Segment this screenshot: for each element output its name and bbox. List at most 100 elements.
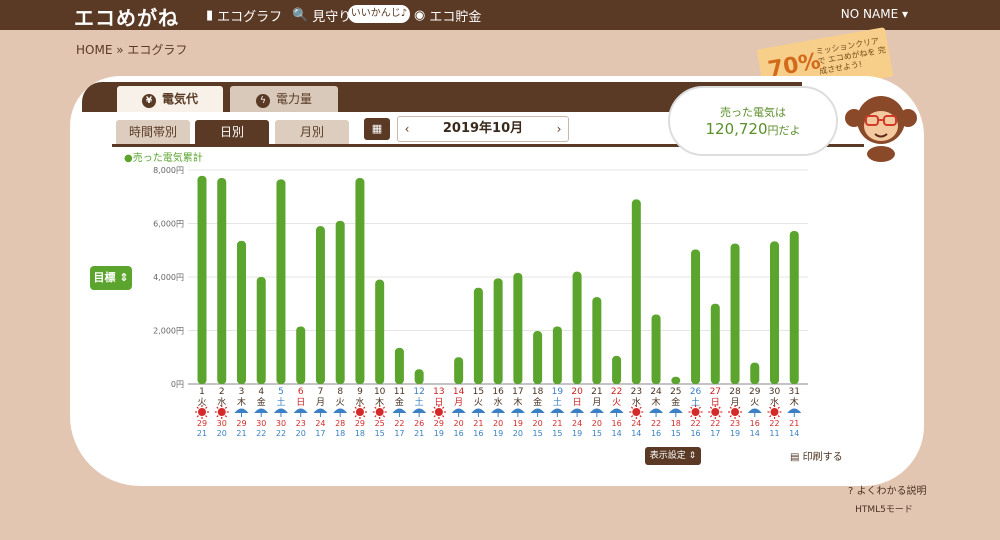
x-day-label: 2 — [219, 387, 225, 397]
bar-day-30[interactable] — [770, 241, 780, 384]
x-weekday-label: 月 — [454, 397, 463, 408]
high-temp-label: 25 — [375, 419, 385, 428]
breadcrumb[interactable]: HOME » エコグラフ — [76, 41, 187, 58]
tab-daily[interactable]: 日別 — [195, 120, 269, 144]
low-temp-label: 16 — [690, 429, 700, 438]
x-weekday-label: 火 — [474, 397, 483, 408]
bar-day-9[interactable] — [355, 178, 365, 384]
bar-day-18[interactable] — [533, 331, 543, 384]
calendar-icon[interactable]: ▦ — [364, 118, 390, 140]
x-weekday-label: 木 — [513, 396, 522, 408]
high-temp-label: 28 — [335, 419, 345, 428]
high-temp-label: 18 — [671, 419, 681, 428]
bar-day-4[interactable] — [256, 277, 266, 384]
bar-day-19[interactable] — [552, 326, 562, 384]
bar-day-21[interactable] — [592, 297, 602, 384]
low-temp-label: 19 — [730, 429, 740, 438]
umbrella-icon — [491, 408, 506, 417]
tab-hourly[interactable]: 時間帯別 — [116, 120, 190, 144]
bar-day-31[interactable] — [789, 230, 799, 384]
bar-day-24[interactable] — [651, 314, 661, 384]
bar-day-12[interactable] — [414, 369, 424, 384]
low-temp-label: 14 — [631, 429, 641, 438]
bar-day-6[interactable] — [296, 326, 306, 384]
x-day-label: 9 — [357, 387, 363, 397]
nav-watch-label: 見守り — [312, 10, 352, 25]
bar-day-1[interactable] — [197, 175, 207, 384]
x-day-label: 22 — [611, 387, 622, 397]
low-temp-label: 11 — [769, 429, 779, 438]
umbrella-icon — [589, 408, 604, 417]
magnifier-icon: 🔍 — [292, 8, 309, 23]
bar-day-17[interactable] — [513, 272, 523, 384]
app-logo[interactable]: エコめがね — [74, 2, 179, 31]
low-temp-label: 15 — [592, 429, 602, 438]
bar-day-28[interactable] — [730, 243, 740, 384]
help-link[interactable]: ? よくわかる説明 — [848, 482, 927, 497]
x-day-label: 3 — [239, 387, 245, 397]
html5-mode-button[interactable]: HTML5モード — [848, 502, 920, 518]
high-temp-label: 24 — [572, 419, 582, 428]
x-day-label: 23 — [631, 387, 642, 397]
nav-watch[interactable]: 🔍 見守り — [292, 6, 351, 25]
bar-day-11[interactable] — [394, 347, 404, 384]
next-month-button[interactable]: › — [550, 117, 568, 141]
low-temp-label: 15 — [533, 429, 543, 438]
sold-electricity-label: 売った電気は — [720, 106, 786, 119]
x-weekday-label: 木 — [237, 396, 246, 408]
x-weekday-label: 日 — [573, 397, 582, 408]
bar-day-3[interactable] — [236, 240, 246, 384]
bar-day-15[interactable] — [473, 287, 483, 384]
x-day-label: 20 — [571, 387, 583, 397]
tab-electricity-cost[interactable]: ¥ 電気代 — [117, 86, 223, 112]
display-settings-button[interactable]: 表示設定 ⇕ — [645, 447, 701, 465]
bar-day-10[interactable] — [375, 279, 385, 384]
print-button[interactable]: ▤ 印刷する — [790, 448, 843, 463]
x-weekday-label: 土 — [415, 396, 424, 408]
high-temp-label: 22 — [651, 419, 661, 428]
target-button[interactable]: 目標 ⇕ — [90, 266, 132, 290]
bar-day-2[interactable] — [217, 178, 227, 384]
low-temp-label: 14 — [750, 429, 760, 438]
x-weekday-label: 木 — [790, 396, 799, 408]
bar-day-7[interactable] — [315, 226, 325, 384]
bar-day-29[interactable] — [750, 362, 760, 384]
x-day-label: 21 — [591, 387, 602, 397]
user-menu[interactable]: NO NAME ▾ — [841, 7, 908, 21]
nav-eco-savings[interactable]: ◉ エコ貯金 — [414, 6, 481, 25]
high-temp-label: 29 — [355, 419, 365, 428]
low-temp-label: 15 — [671, 429, 681, 438]
nav-eco-graph[interactable]: ▮ エコグラフ — [206, 6, 282, 25]
low-temp-label: 17 — [710, 429, 720, 438]
bar-day-16[interactable] — [493, 278, 503, 384]
question-icon: ? — [848, 486, 857, 497]
prev-month-button[interactable]: ‹ — [398, 117, 416, 141]
x-day-label: 6 — [298, 387, 304, 397]
umbrella-icon — [392, 408, 407, 417]
bar-day-22[interactable] — [612, 355, 622, 384]
bar-day-27[interactable] — [710, 303, 720, 384]
bar-day-25[interactable] — [671, 376, 681, 384]
bar-day-26[interactable] — [691, 249, 701, 384]
high-temp-label: 30 — [217, 419, 227, 428]
speech-bubble: 売った電気は 120,720円だよ — [668, 86, 838, 156]
bar-day-20[interactable] — [572, 271, 582, 384]
x-weekday-label: 火 — [750, 397, 759, 408]
umbrella-icon — [747, 408, 762, 417]
tab-monthly[interactable]: 月別 — [275, 120, 349, 144]
umbrella-icon — [550, 408, 565, 417]
bar-day-23[interactable] — [631, 199, 641, 384]
bar-day-8[interactable] — [335, 220, 345, 384]
low-temp-label: 18 — [335, 429, 345, 438]
x-day-label: 1 — [199, 387, 205, 397]
umbrella-icon — [471, 408, 486, 417]
x-day-label: 15 — [473, 387, 484, 397]
sold-unit: 円だよ — [767, 124, 801, 137]
bar-day-5[interactable] — [276, 179, 286, 384]
y-tick-label: 8,000円 — [153, 166, 184, 175]
x-day-label: 8 — [337, 387, 343, 397]
tab-power-amount[interactable]: ϟ 電力量 — [230, 86, 338, 112]
bar-day-14[interactable] — [454, 357, 464, 384]
x-day-label: 17 — [512, 387, 523, 397]
umbrella-icon — [570, 408, 585, 417]
